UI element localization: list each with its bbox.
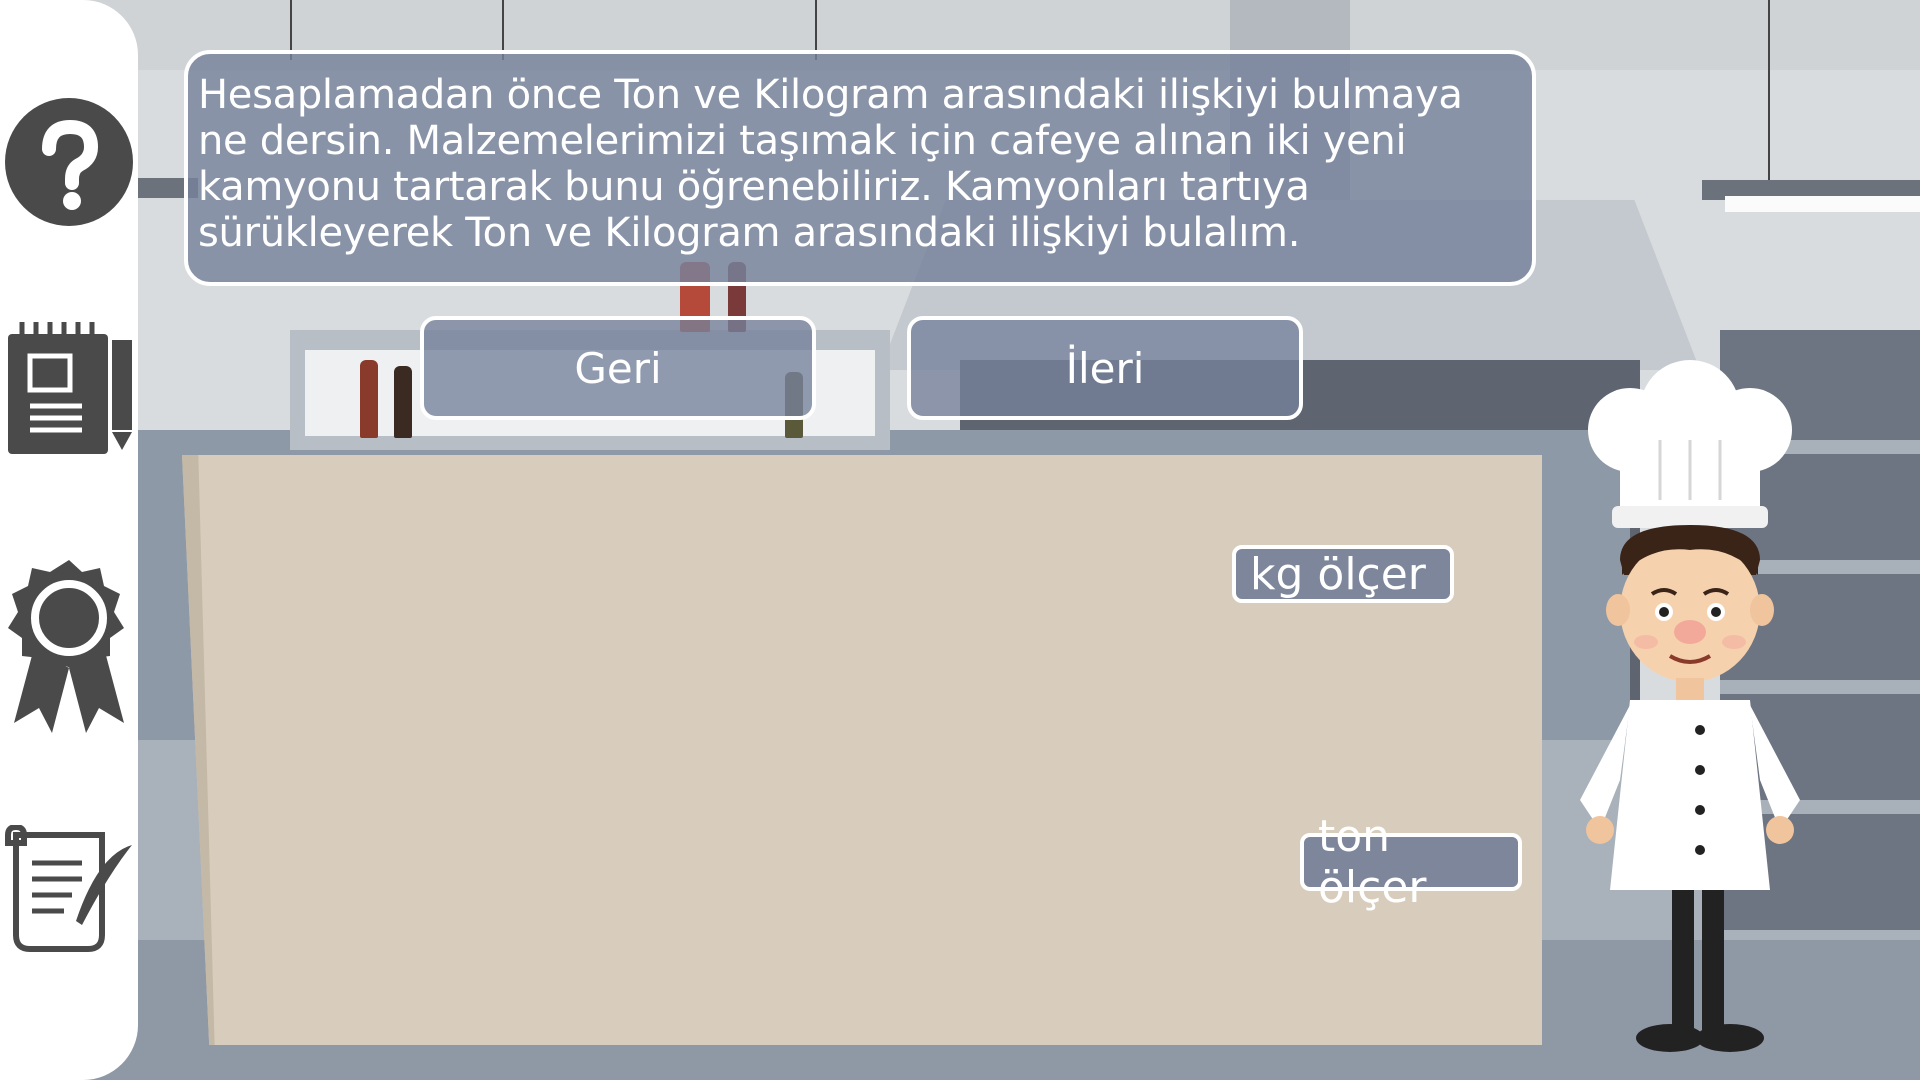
award-ribbon-icon (8, 560, 124, 733)
sidebar (0, 0, 138, 1080)
chef-hat (1588, 360, 1792, 528)
bottle (360, 360, 378, 438)
scroll-button[interactable] (0, 820, 138, 960)
chef-character (1580, 360, 1800, 1052)
awards-button[interactable] (0, 560, 138, 733)
next-button[interactable]: İleri (907, 316, 1303, 420)
bottle (394, 366, 412, 438)
back-button[interactable]: Geri (420, 316, 816, 420)
chef-body (1580, 678, 1800, 1052)
help-button[interactable] (0, 92, 138, 232)
lamp-light (1725, 196, 1920, 212)
scroll-quill-icon (5, 825, 132, 952)
question-mark-icon (5, 98, 133, 226)
notepad-button[interactable] (0, 320, 138, 460)
chef-face (1606, 525, 1774, 682)
notepad-icon (8, 322, 132, 454)
drop-board[interactable] (182, 455, 1542, 1045)
kg-scale-item[interactable]: kg ölçer (1232, 545, 1454, 603)
instruction-dialog: Hesaplamadan önce Ton ve Kilogram arasın… (184, 50, 1536, 286)
instruction-text: Hesaplamadan önce Ton ve Kilogram arasın… (198, 72, 1463, 256)
lamp-wire (1768, 0, 1770, 185)
ton-scale-item[interactable]: ton ölçer (1300, 811, 1522, 913)
